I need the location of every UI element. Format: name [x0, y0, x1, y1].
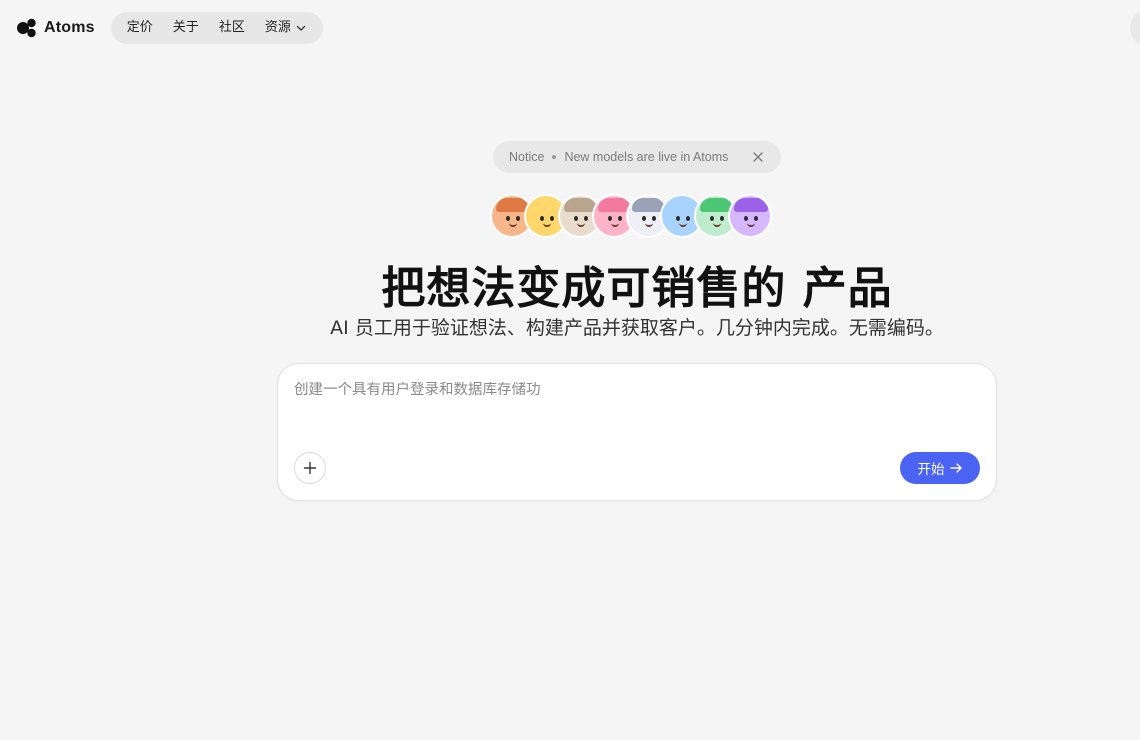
nav-item-about[interactable]: 关于 [163, 12, 209, 44]
brand-name: Atoms [44, 19, 95, 36]
atoms-logo-icon [17, 18, 36, 38]
plus-icon [303, 461, 317, 475]
prompt-input[interactable] [294, 382, 974, 398]
arrow-right-icon [949, 463, 962, 473]
start-button[interactable]: 开始 [900, 452, 980, 484]
nav-item-label: 关于 [172, 20, 199, 35]
nav-item-label: 社区 [218, 20, 245, 35]
agent-avatar [728, 194, 772, 238]
notice-label: Notice [509, 150, 545, 164]
notice-separator [552, 155, 557, 159]
chevron-down-icon [296, 25, 305, 31]
nav-item-pricing[interactable]: 定价 [117, 12, 163, 44]
nav-item-label: 资源 [264, 20, 291, 35]
prompt-box: 开始 [277, 363, 997, 501]
main-nav: 定价 关于 社区 资源 [110, 12, 323, 44]
start-button-label: 开始 [917, 462, 945, 478]
close-icon[interactable] [751, 150, 765, 164]
nav-item-label: 定价 [126, 20, 153, 35]
page: Atoms 定价 关于 社区 资源 Notice New models are … [0, 0, 1140, 740]
hero-subtitle: AI 员工用于验证想法、构建产品并获取客户。几分钟内完成。无需编码。 [330, 317, 944, 339]
nav-item-resources[interactable]: 资源 [255, 12, 317, 44]
brand-logo[interactable]: Atoms [16, 17, 95, 39]
notice-message: New models are live in Atoms [564, 150, 729, 164]
top-header: Atoms 定价 关于 社区 资源 [16, 12, 323, 44]
account-avatar-button[interactable] [1130, 10, 1140, 46]
notice-banner: Notice New models are live in Atoms [493, 141, 781, 173]
attach-button[interactable] [294, 452, 326, 484]
agent-avatar-group [490, 194, 772, 238]
hero-title: 把想法变成可销售的 产品 [381, 263, 893, 314]
nav-item-community[interactable]: 社区 [209, 12, 255, 44]
